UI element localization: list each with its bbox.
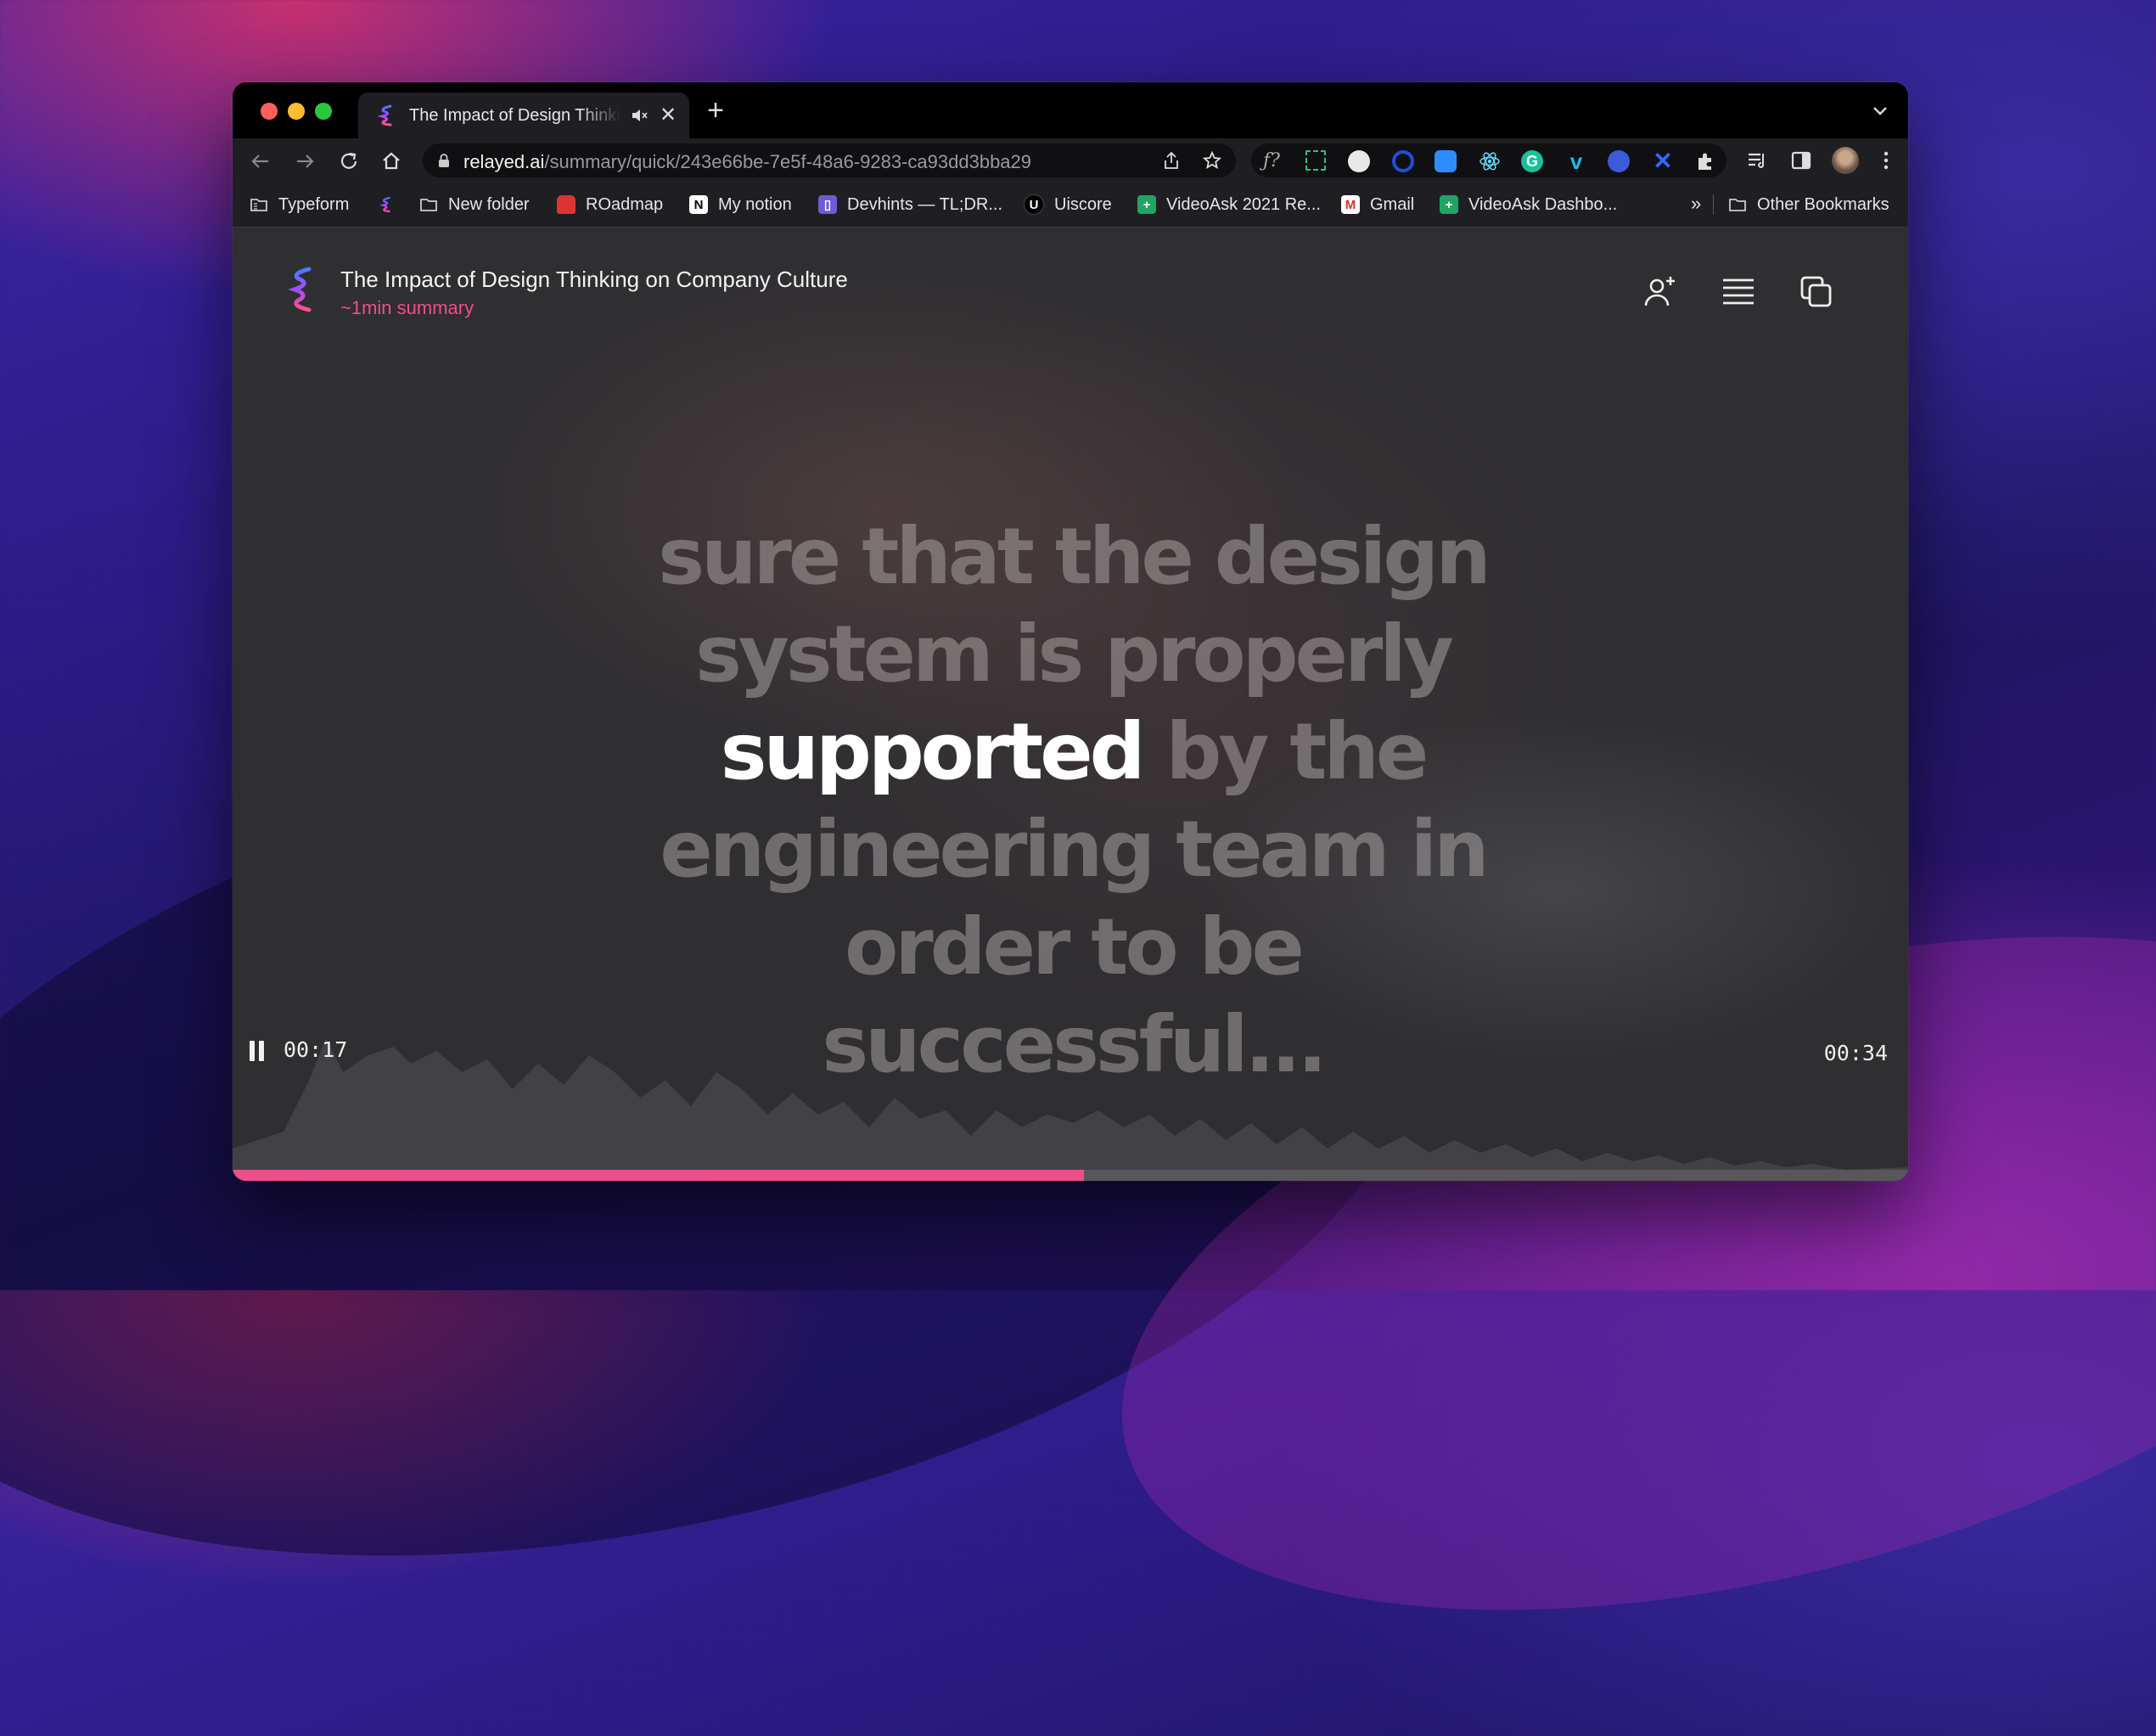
- forward-button[interactable]: [292, 149, 317, 174]
- progress-bar[interactable]: [233, 1170, 1908, 1181]
- bookmark-relayed[interactable]: [377, 193, 406, 216]
- url-text[interactable]: relayed.ai/summary/quick/243e66be-7e5f-4…: [463, 151, 1031, 173]
- relayed-logo-icon: [288, 267, 312, 312]
- total-duration: 00:34: [1823, 1041, 1888, 1065]
- vimeo-icon[interactable]: v: [1565, 150, 1587, 172]
- screenshot-ext-icon[interactable]: [1305, 150, 1326, 171]
- copy-button[interactable]: [1798, 273, 1835, 311]
- share-icon[interactable]: [1161, 150, 1182, 171]
- bookmark-star-icon[interactable]: [1202, 150, 1222, 171]
- progress-bar-fill: [233, 1170, 1084, 1181]
- car-icon: [557, 195, 575, 214]
- bookmarks-divider: [1713, 194, 1714, 215]
- gmail-icon: M: [1341, 195, 1360, 214]
- bookmark-videoask-2021[interactable]: + VideoAsk 2021 Re...: [1137, 193, 1321, 216]
- bookmark-my-notion[interactable]: N My notion: [689, 193, 792, 216]
- cross-ext-icon[interactable]: ✕: [1652, 149, 1674, 173]
- transcript-menu-button[interactable]: [1720, 273, 1757, 311]
- bookmark-uiscore[interactable]: U Uiscore: [1024, 193, 1112, 216]
- caption-highlighted-word: supported: [720, 706, 1146, 797]
- lock-icon[interactable]: [438, 153, 450, 168]
- relayed-icon: [377, 195, 396, 214]
- zoom-ext-icon[interactable]: [1435, 150, 1457, 172]
- puzzle-icon[interactable]: [1694, 150, 1716, 172]
- password-ext-icon[interactable]: [1348, 150, 1370, 172]
- devhints-icon: ▯: [818, 195, 837, 214]
- reading-list-icon[interactable]: [1745, 149, 1769, 172]
- notion-icon: N: [689, 195, 708, 214]
- sheets-icon: +: [1137, 195, 1156, 214]
- audio-waveform: [233, 1038, 1908, 1181]
- formula-ext-icon[interactable]: ƒ?: [1263, 150, 1285, 172]
- browser-window: The Impact of Design Thinking on Company…: [233, 82, 1908, 1181]
- bookmark-roadmap[interactable]: ROadmap: [557, 193, 663, 216]
- summary-duration: ~1min summary: [340, 297, 474, 318]
- bookmark-videoask-dashboard[interactable]: + VideoAsk Dashbo...: [1440, 193, 1617, 216]
- zoom-window-button[interactable]: [315, 103, 332, 120]
- bookmark-devhints[interactable]: ▯ Devhints — TL;DR...: [818, 193, 1002, 216]
- summary-player-page: The Impact of Design Thinking on Company…: [233, 228, 1908, 1181]
- folder-icon: [250, 195, 268, 214]
- side-panel-icon[interactable]: [1789, 149, 1813, 172]
- mute-tab-icon[interactable]: [630, 106, 648, 125]
- back-button[interactable]: [248, 149, 273, 174]
- other-bookmarks-folder[interactable]: Other Bookmarks: [1728, 193, 1889, 216]
- blue-circle-ext-icon[interactable]: [1608, 150, 1630, 172]
- bookmark-new-folder[interactable]: New folder: [419, 193, 530, 216]
- circle-ext-icon[interactable]: [1392, 150, 1414, 172]
- new-tab-button[interactable]: +: [702, 96, 729, 125]
- browser-toolbar: relayed.ai/summary/quick/243e66be-7e5f-4…: [233, 138, 1908, 183]
- folder-icon: [419, 195, 438, 214]
- relayed-favicon-icon: [377, 104, 392, 126]
- caption-before: sure that the design system is properly: [658, 511, 1491, 699]
- reload-button[interactable]: [336, 149, 362, 174]
- tab-strip: The Impact of Design Thinking on Company…: [233, 82, 1908, 138]
- pause-button[interactable]: [246, 1038, 268, 1064]
- uiscore-icon: U: [1024, 194, 1044, 215]
- invite-person-button[interactable]: [1642, 273, 1679, 311]
- tab-search-icon[interactable]: [1869, 99, 1891, 121]
- bookmark-typeform[interactable]: Typeform: [250, 193, 349, 216]
- profile-avatar[interactable]: [1832, 147, 1859, 174]
- address-bar[interactable]: relayed.ai/summary/quick/243e66be-7e5f-4…: [423, 143, 1236, 177]
- more-bookmarks-button[interactable]: »: [1691, 193, 1701, 215]
- bookmark-gmail[interactable]: M Gmail: [1341, 193, 1414, 216]
- tab-title: The Impact of Design Thinking on Company…: [409, 106, 621, 125]
- extensions-bar: ƒ? G v ✕: [1251, 143, 1726, 177]
- close-window-button[interactable]: [261, 103, 278, 120]
- grammarly-icon[interactable]: G: [1521, 150, 1543, 172]
- summary-title: The Impact of Design Thinking on Company…: [340, 267, 848, 292]
- current-time: 00:17: [284, 1037, 348, 1062]
- home-button[interactable]: [379, 149, 404, 174]
- react-devtools-icon[interactable]: [1479, 150, 1501, 172]
- sheets-icon: +: [1440, 195, 1458, 214]
- folder-icon: [1728, 195, 1747, 214]
- tab-active[interactable]: The Impact of Design Thinking on Company…: [358, 93, 689, 138]
- close-tab-button[interactable]: ✕: [657, 104, 679, 126]
- minimize-window-button[interactable]: [288, 103, 305, 120]
- browser-menu-icon[interactable]: [1874, 149, 1898, 172]
- bookmarks-bar: Typeform New folder ROadmap N My notion …: [233, 183, 1908, 228]
